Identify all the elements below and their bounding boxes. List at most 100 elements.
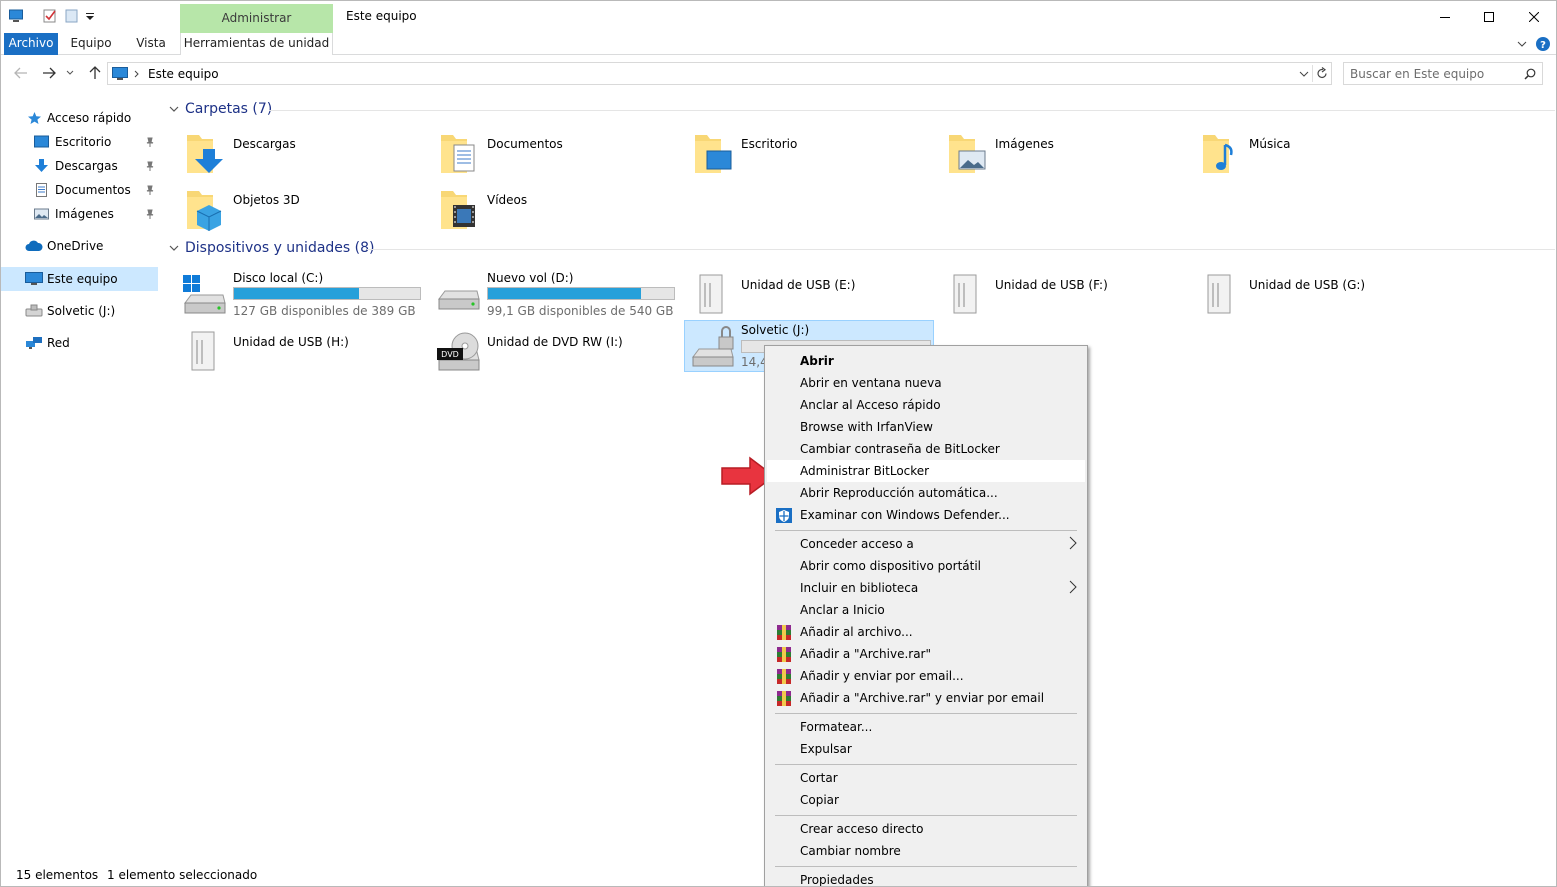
menu-item-cambiar-contrasena-bitlocker[interactable]: Cambiar contraseña de BitLocker: [767, 438, 1085, 460]
menu-item-cambiar-nombre[interactable]: Cambiar nombre: [767, 840, 1085, 862]
folder-name: Descargas: [233, 137, 296, 151]
folder-videos[interactable]: Vídeos: [417, 185, 671, 235]
documents-folder-icon: [441, 135, 475, 173]
menu-item-label: Copiar: [800, 793, 839, 807]
folder-imagenes[interactable]: Imágenes: [925, 129, 1179, 179]
arrow-up-icon: [89, 66, 101, 79]
customize-qat-icon[interactable]: [85, 9, 95, 23]
forward-button[interactable]: [39, 63, 59, 83]
menu-item-examinar-windows-defender[interactable]: Examinar con Windows Defender...: [767, 504, 1085, 526]
drive-i[interactable]: DVD Unidad de DVD RW (I:): [417, 326, 671, 380]
menu-item-copiar[interactable]: Copiar: [767, 789, 1085, 811]
menu-item-anadir-archive-rar[interactable]: Añadir a "Archive.rar": [767, 643, 1085, 665]
menu-item-abrir-ventana-nueva[interactable]: Abrir en ventana nueva: [767, 372, 1085, 394]
drive-g[interactable]: Unidad de USB (G:): [1179, 269, 1433, 323]
minimize-button[interactable]: [1422, 1, 1468, 33]
nav-item-onedrive[interactable]: OneDrive: [1, 235, 158, 257]
tab-archivo[interactable]: Archivo: [4, 33, 58, 55]
nav-item-descargas[interactable]: Descargas: [1, 155, 158, 177]
nav-item-acceso-rapido[interactable]: Acceso rápido: [1, 107, 158, 129]
nav-item-red[interactable]: Red: [1, 332, 158, 354]
tab-vista[interactable]: Vista: [127, 33, 175, 55]
nav-item-label: Descargas: [55, 159, 118, 173]
menu-item-abrir-reproduccion-automatica[interactable]: Abrir Reproducción automática...: [767, 482, 1085, 504]
winrar-icon: [777, 669, 791, 684]
menu-item-abrir[interactable]: Abrir: [767, 350, 1085, 372]
chevron-down-icon: [169, 103, 179, 116]
pin-icon[interactable]: [145, 209, 155, 219]
nav-item-escritorio[interactable]: Escritorio: [1, 131, 158, 153]
refresh-icon[interactable]: [1316, 67, 1328, 80]
help-button[interactable]: ?: [1534, 35, 1552, 53]
minimize-icon: [1440, 17, 1450, 18]
search-input[interactable]: [1350, 66, 1510, 82]
nav-item-solvetic-j[interactable]: Solvetic (J:): [1, 300, 158, 322]
menu-item-browse-irfanview[interactable]: Browse with IrfanView: [767, 416, 1085, 438]
up-button[interactable]: [85, 63, 105, 83]
menu-item-anadir-archive-rar-enviar-email[interactable]: Añadir a "Archive.rar" y enviar por emai…: [767, 687, 1085, 709]
menu-item-anclar-a-inicio[interactable]: Anclar a Inicio: [767, 599, 1085, 621]
file-explorer-window: Administrar Este equipo Archivo Equipo V…: [0, 0, 1557, 887]
close-button[interactable]: [1511, 1, 1556, 33]
recent-locations-button[interactable]: [63, 63, 77, 83]
search-icon[interactable]: [1524, 68, 1536, 80]
back-button[interactable]: [11, 63, 31, 83]
menu-item-anclar-acceso-rapido[interactable]: Anclar al Acceso rápido: [767, 394, 1085, 416]
chevron-right-icon[interactable]: [134, 70, 140, 78]
new-folder-icon[interactable]: [65, 9, 79, 23]
title-bar: Administrar Este equipo: [1, 1, 1556, 33]
menu-item-crear-acceso-directo[interactable]: Crear acceso directo: [767, 818, 1085, 840]
pin-icon[interactable]: [145, 185, 155, 195]
windows-drive-icon: [183, 275, 226, 314]
address-bar[interactable]: Este equipo: [107, 62, 1332, 85]
nav-item-imagenes[interactable]: Imágenes: [1, 203, 158, 225]
maximize-button[interactable]: [1466, 1, 1512, 33]
ribbon-tabs: Archivo Equipo Vista Herramientas de uni…: [1, 33, 1556, 55]
folder-descargas[interactable]: Descargas: [163, 129, 417, 179]
nav-item-documentos[interactable]: Documentos: [1, 179, 158, 201]
menu-item-anadir-al-archivo[interactable]: Añadir al archivo...: [767, 621, 1085, 643]
nav-item-label: Acceso rápido: [47, 111, 132, 125]
usb-drive-icon: [25, 304, 43, 317]
properties-icon[interactable]: [43, 9, 57, 23]
chevron-down-icon[interactable]: [1299, 71, 1309, 77]
search-box[interactable]: [1343, 62, 1543, 85]
menu-item-conceder-acceso[interactable]: Conceder acceso a: [767, 533, 1085, 555]
drive-name: Unidad de USB (F:): [995, 278, 1108, 292]
drive-c[interactable]: Disco local (C:) 127 GB disponibles de 3…: [163, 269, 421, 323]
menu-item-expulsar[interactable]: Expulsar: [767, 738, 1085, 760]
pin-icon[interactable]: [145, 161, 155, 171]
drive-d[interactable]: Nuevo vol (D:) 99,1 GB disponibles de 54…: [417, 269, 675, 323]
menu-item-formatear[interactable]: Formatear...: [767, 716, 1085, 738]
folder-documentos[interactable]: Documentos: [417, 129, 671, 179]
drive-e[interactable]: Unidad de USB (E:): [671, 269, 925, 323]
nav-item-este-equipo[interactable]: Este equipo: [1, 268, 158, 290]
menu-item-incluir-en-biblioteca[interactable]: Incluir en biblioteca: [767, 577, 1085, 599]
menu-item-cortar[interactable]: Cortar: [767, 767, 1085, 789]
music-folder-icon: [1203, 135, 1233, 173]
folder-musica[interactable]: Música: [1179, 129, 1433, 179]
folder-objetos-3d[interactable]: Objetos 3D: [163, 185, 417, 235]
drive-f[interactable]: Unidad de USB (F:): [925, 269, 1179, 323]
menu-item-label: Añadir y enviar por email...: [800, 669, 964, 683]
ribbon-expand-button[interactable]: [1512, 33, 1532, 55]
menu-item-abrir-dispositivo-portatil[interactable]: Abrir como dispositivo portátil: [767, 555, 1085, 577]
pin-icon[interactable]: [145, 137, 155, 147]
drive-h[interactable]: Unidad de USB (H:): [163, 326, 417, 380]
tab-herramientas-de-unidad[interactable]: Herramientas de unidad: [180, 33, 333, 55]
menu-separator: [775, 764, 1077, 765]
tab-equipo[interactable]: Equipo: [61, 33, 121, 55]
menu-item-label: Abrir como dispositivo portátil: [800, 559, 981, 573]
star-icon: [28, 112, 41, 124]
group-header-folders[interactable]: Carpetas (7): [169, 101, 272, 117]
context-tab-group-label: Administrar: [221, 11, 292, 25]
folder-escritorio[interactable]: Escritorio: [671, 129, 925, 179]
menu-item-anadir-y-enviar-email[interactable]: Añadir y enviar por email...: [767, 665, 1085, 687]
usb-drive-icon: [191, 331, 215, 371]
computer-icon[interactable]: [9, 9, 23, 23]
menu-item-label: Browse with IrfanView: [800, 420, 933, 434]
menu-item-administrar-bitlocker[interactable]: Administrar BitLocker: [767, 460, 1085, 482]
drive-name: Nuevo vol (D:): [487, 271, 574, 285]
group-header-devices[interactable]: Dispositivos y unidades (8): [169, 240, 375, 256]
menu-item-label: Crear acceso directo: [800, 822, 924, 836]
